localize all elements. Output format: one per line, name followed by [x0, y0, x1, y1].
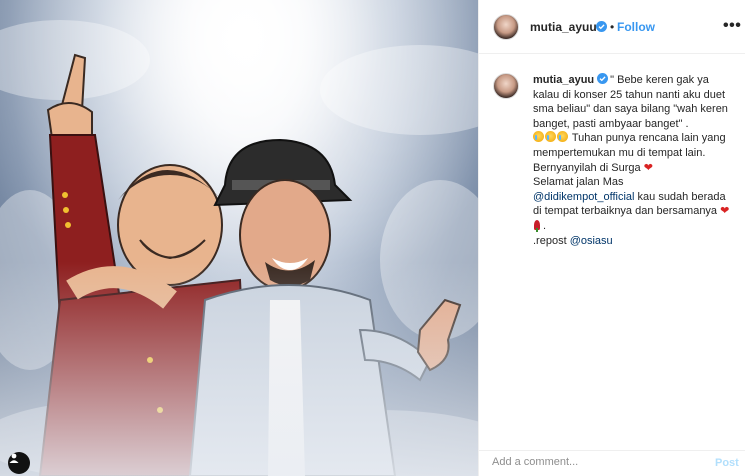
post-header: mutia_ayuu • Follow •••: [479, 0, 745, 54]
caption-text-line6: .repost: [533, 234, 570, 247]
rose-emoji-icon: [534, 219, 540, 232]
post-illustration: [0, 0, 478, 476]
crying-emoji-icon: [533, 131, 544, 143]
heart-emoji-icon: ❤: [643, 161, 653, 174]
caption-text-line3: Bernyanyilah di Surga: [533, 161, 641, 174]
crying-emoji-icon: [545, 131, 556, 143]
add-comment-bar: Post: [479, 450, 745, 476]
user-tag-button[interactable]: [8, 452, 30, 474]
post-comment-button[interactable]: Post: [715, 457, 739, 469]
post-sidebar: mutia_ayuu • Follow ••• mutia_ayuu " Bebe…: [478, 0, 745, 476]
header-username[interactable]: mutia_ayuu: [530, 20, 597, 34]
caption-text-line5-end: .: [540, 219, 547, 232]
more-options-icon[interactable]: •••: [723, 17, 741, 35]
header-separator: •: [610, 20, 615, 34]
heart-emoji-icon: ❤: [720, 205, 730, 218]
caption-text-line4: Selamat jalan Mas: [533, 176, 624, 189]
caption-avatar[interactable]: [493, 73, 519, 99]
caption-username[interactable]: mutia_ayuu: [533, 74, 594, 86]
avatar[interactable]: [493, 14, 519, 40]
comment-input[interactable]: [492, 456, 692, 468]
crying-emoji-icon: [557, 131, 568, 143]
verified-badge-icon: [596, 21, 607, 32]
follow-button[interactable]: Follow: [617, 20, 655, 34]
user-tag-icon: [9, 453, 19, 463]
post-caption: mutia_ayuu " Bebe keren gak ya kalau di k…: [533, 73, 733, 248]
mention-link[interactable]: @didikempot_official: [533, 191, 634, 203]
post-image[interactable]: [0, 0, 478, 476]
caption-verified-badge-icon: [597, 73, 609, 84]
mention-link[interactable]: @osiasu: [570, 235, 613, 247]
